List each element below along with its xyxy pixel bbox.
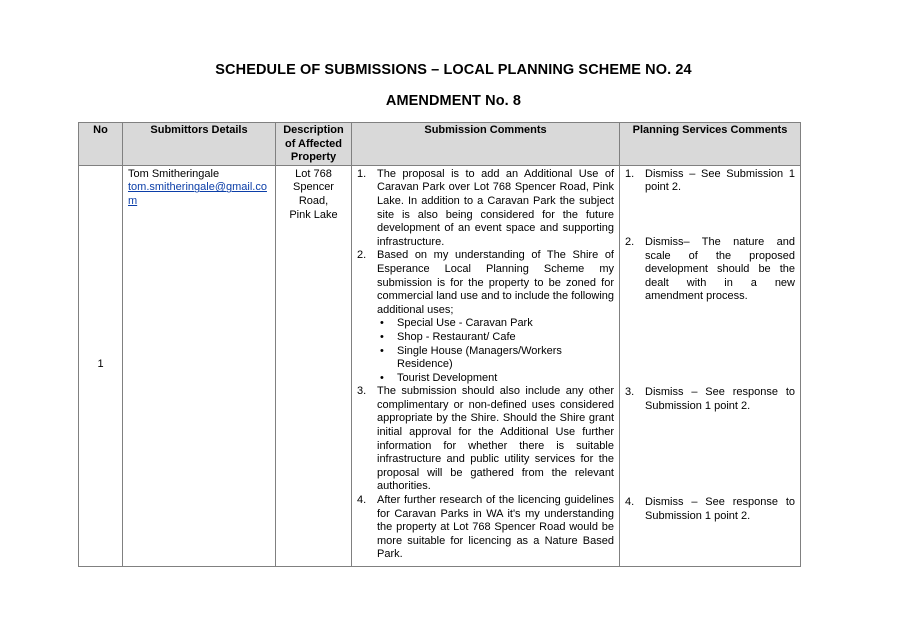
submitter-name: Tom Smitheringale bbox=[128, 167, 220, 180]
row-number: 1 bbox=[78, 164, 123, 568]
bullet-text: Single House (Managers/Workers Residence… bbox=[397, 344, 562, 371]
col-header-submittors: Submittors Details bbox=[122, 122, 276, 166]
planning-number: 4. bbox=[625, 496, 635, 509]
planning-comment: 2. Dismiss– The nature and scale of the … bbox=[625, 236, 795, 304]
submission-comment: 1. The proposal is to add an Additional … bbox=[357, 168, 614, 250]
planning-text: Dismiss– The nature and scale of the pro… bbox=[645, 235, 795, 303]
planning-number: 2. bbox=[625, 235, 635, 248]
additional-uses-list: • Special Use - Caravan Park • Shop - Rest… bbox=[377, 317, 614, 385]
planning-text: Dismiss – See Submission 1 point 2. bbox=[645, 167, 795, 194]
comment-text: The proposal is to add an Additional Use… bbox=[377, 167, 614, 248]
list-item: • Shop - Restaurant/ Cafe bbox=[377, 331, 614, 345]
col-header-property: Description of Affected Property bbox=[275, 122, 352, 166]
bullet-text: Shop - Restaurant/ Cafe bbox=[397, 330, 516, 343]
submissions-table: No Submittors Details Description of Aff… bbox=[78, 122, 801, 568]
submission-comment: 2. Based on my understanding of The Shir… bbox=[357, 249, 614, 385]
table-header-row: No Submittors Details Description of Aff… bbox=[78, 122, 801, 166]
col-header-no: No bbox=[78, 122, 123, 166]
bullet-text: Special Use - Caravan Park bbox=[397, 317, 533, 330]
list-item: • Special Use - Caravan Park bbox=[377, 317, 614, 331]
planning-comments-cell: 1. Dismiss – See Submission 1 point 2. 2… bbox=[619, 164, 801, 568]
planning-comment: 4. Dismiss – See response to Submission … bbox=[625, 496, 795, 523]
planning-number: 1. bbox=[625, 167, 635, 180]
table-row: 1 Tom Smitheringale tom.smitheringale@gm… bbox=[78, 164, 801, 568]
list-item: • Single House (Managers/Workers Residenc… bbox=[377, 345, 614, 372]
document-subtitle: AMENDMENT No. 8 bbox=[385, 93, 522, 109]
planning-text: Dismiss – See response to Submission 1 p… bbox=[645, 385, 795, 412]
col-header-submission-comments: Submission Comments bbox=[351, 122, 620, 166]
submitter-email-link[interactable]: tom.smitheringale@gmail.com bbox=[128, 181, 267, 207]
comment-number: 3. bbox=[357, 385, 367, 398]
property-description: Lot 768 Spencer Road, Pink Lake bbox=[275, 164, 352, 568]
planning-comment: 1. Dismiss – See Submission 1 point 2. bbox=[625, 168, 795, 195]
comment-text: Based on my understanding of The Shire o… bbox=[377, 249, 614, 316]
planning-text: Dismiss – See response to Submission 1 p… bbox=[645, 496, 795, 522]
submission-comments-cell: 1. The proposal is to add an Additional … bbox=[351, 164, 620, 568]
submission-comments-list: 1. The proposal is to add an Additional … bbox=[357, 168, 614, 562]
comment-text: After further research of the licencing … bbox=[377, 494, 614, 561]
bullet-icon: • bbox=[380, 344, 384, 357]
document-title: SCHEDULE OF SUBMISSIONS – LOCAL PLANNING… bbox=[215, 62, 692, 78]
comment-number: 2. bbox=[357, 249, 367, 262]
comment-number: 4. bbox=[357, 494, 367, 507]
comment-text: The submission should also include any o… bbox=[377, 385, 614, 493]
submitter-cell: Tom Smitheringale tom.smitheringale@gmai… bbox=[122, 164, 276, 568]
bullet-icon: • bbox=[380, 330, 384, 343]
bullet-icon: • bbox=[380, 371, 384, 384]
list-item: • Tourist Development bbox=[377, 372, 614, 386]
planning-comment: 3. Dismiss – See response to Submission … bbox=[625, 386, 795, 413]
submission-comment: 3. The submission should also include an… bbox=[357, 385, 614, 494]
planning-number: 3. bbox=[625, 385, 635, 398]
property-text: Lot 768 Spencer Road, Pink Lake bbox=[289, 167, 338, 221]
comment-number: 1. bbox=[357, 167, 367, 180]
bullet-text: Tourist Development bbox=[397, 371, 498, 384]
col-header-planning-comments: Planning Services Comments bbox=[619, 122, 801, 166]
submission-comment: 4. After further research of the licenci… bbox=[357, 494, 614, 562]
bullet-icon: • bbox=[380, 317, 384, 330]
